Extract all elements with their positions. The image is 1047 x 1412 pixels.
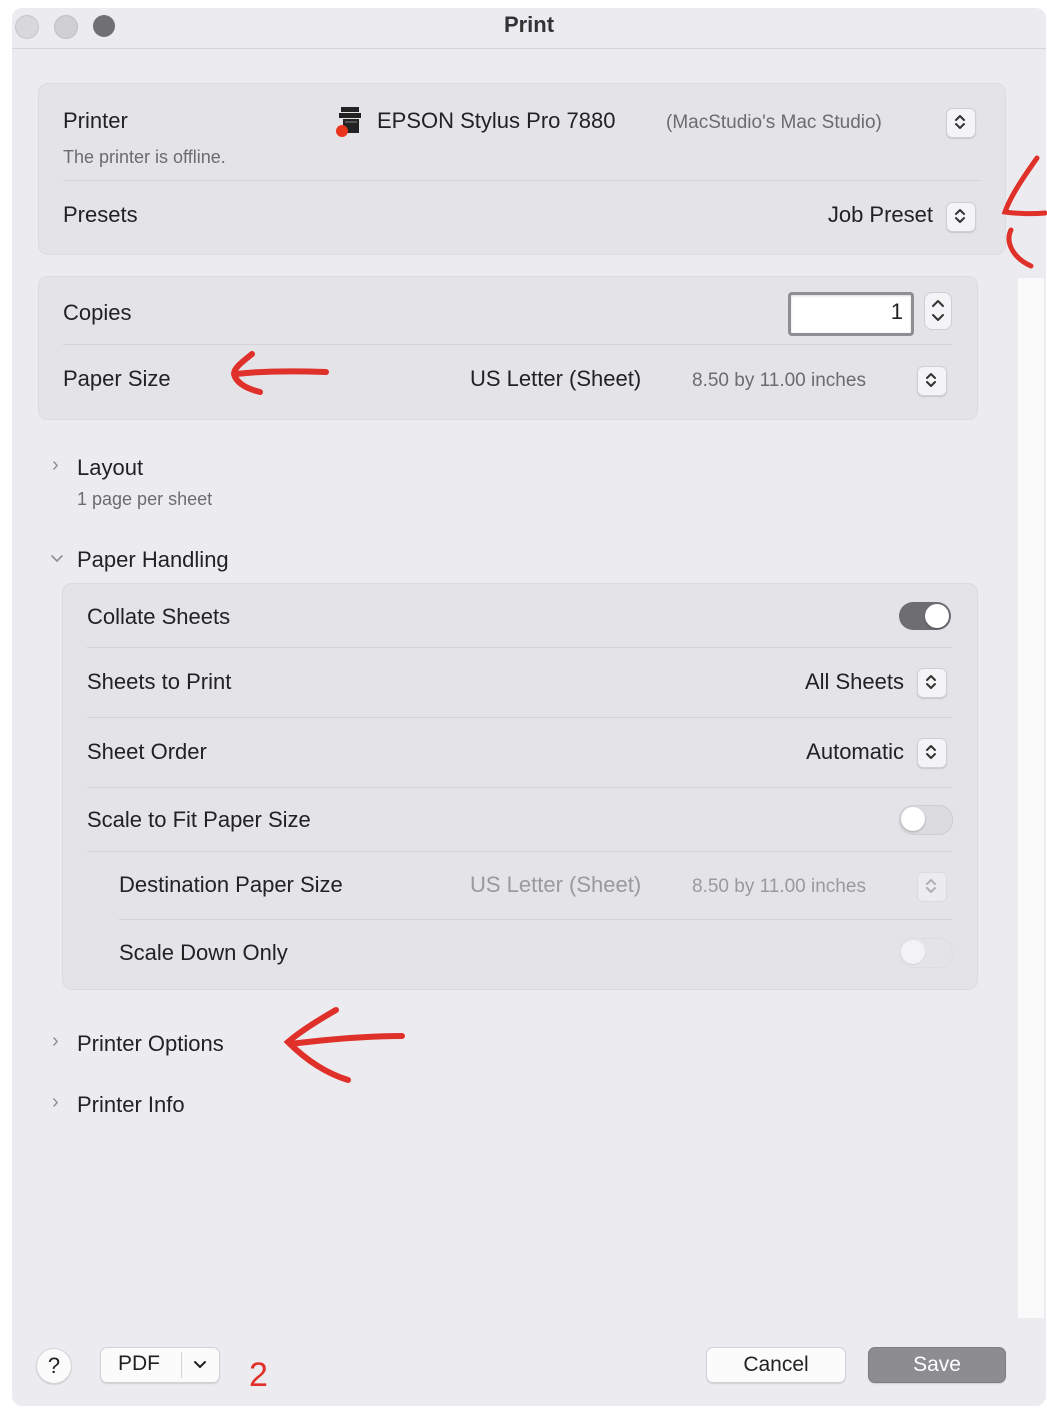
printer-options-title[interactable]: Printer Options [77, 1031, 224, 1057]
presets-value[interactable]: Job Preset [828, 202, 933, 228]
paper-size-value: US Letter (Sheet) [470, 366, 642, 391]
chevron-down-icon [194, 1361, 206, 1368]
printer-info-disclosure-icon[interactable]: › [52, 1091, 59, 1114]
pdf-button-separator [181, 1352, 182, 1378]
destination-updown-icon[interactable] [917, 872, 947, 902]
paper-handling-title[interactable]: Paper Handling [77, 547, 229, 573]
window-title: Print [503, 12, 555, 37]
annotation-arrow-presets [1001, 155, 1047, 269]
paper-handling-divider [87, 787, 952, 788]
paper-size-dims: 8.50 by 11.00 inches [692, 370, 866, 391]
paper-handling-disclosure-icon[interactable] [49, 552, 65, 570]
copies-label: Copies [63, 300, 132, 325]
printer-name: EPSON Stylus Pro 7880 [377, 108, 616, 133]
destination-paper-size-value: US Letter (Sheet) [470, 872, 642, 897]
copies-stepper[interactable] [924, 292, 952, 330]
printer-updown-icon[interactable] [946, 108, 976, 138]
print-dialog: Print Printer The printer is offline. EP… [12, 8, 1046, 1406]
destination-paper-size-label: Destination Paper Size [119, 872, 343, 897]
title-bar: Print [12, 8, 1046, 49]
printer-host: (MacStudio's Mac Studio) [666, 112, 882, 133]
printer-icon [334, 106, 364, 143]
scale-down-only-label: Scale Down Only [119, 940, 288, 965]
printer-card-divider [63, 180, 981, 181]
scale-to-fit-label: Scale to Fit Paper Size [87, 807, 311, 832]
sheets-to-print-updown-icon[interactable] [917, 668, 947, 698]
sheet-order-value[interactable]: Automatic [806, 739, 904, 765]
annotation-arrow-printer-options [283, 1007, 405, 1083]
printer-popup[interactable]: EPSON Stylus Pro 7880 (MacStudio's Mac S… [332, 104, 982, 140]
scrollbar-track[interactable] [1018, 278, 1044, 1318]
toggle-knob [901, 940, 925, 964]
paper-handling-divider [87, 851, 952, 852]
paper-size-updown-icon[interactable] [917, 366, 947, 396]
help-button[interactable]: ? [36, 1348, 72, 1384]
save-button[interactable]: Save [868, 1347, 1006, 1383]
copies-card-divider [63, 344, 952, 345]
collate-sheets-toggle[interactable] [899, 602, 951, 630]
copies-input[interactable]: 1 [788, 292, 914, 336]
presets-updown-icon[interactable] [946, 202, 976, 232]
scale-to-fit-toggle[interactable] [899, 805, 953, 835]
paper-size-popup[interactable]: US Letter (Sheet) 8.50 by 11.00 inches [452, 364, 922, 396]
pdf-button-label: PDF [118, 1352, 160, 1375]
printer-info-title[interactable]: Printer Info [77, 1092, 185, 1118]
sheet-order-label: Sheet Order [87, 739, 207, 764]
layout-section-title[interactable]: Layout [77, 455, 143, 481]
paper-handling-divider [119, 919, 952, 920]
printer-label: Printer [63, 108, 128, 133]
paper-handling-divider [87, 717, 952, 718]
annotation-number: 2 [249, 1356, 268, 1394]
printer-status: The printer is offline. [63, 147, 226, 167]
copies-value: 1 [890, 299, 903, 324]
layout-summary: 1 page per sheet [77, 489, 213, 509]
toggle-knob [925, 604, 949, 628]
destination-paper-size-dims: 8.50 by 11.00 inches [692, 876, 866, 897]
presets-label: Presets [63, 202, 138, 227]
layout-disclosure-icon[interactable]: › [52, 454, 59, 477]
paper-handling-divider [87, 647, 952, 648]
cancel-button[interactable]: Cancel [706, 1347, 846, 1383]
sheets-to-print-value[interactable]: All Sheets [805, 669, 904, 695]
scale-down-only-toggle[interactable] [899, 938, 953, 968]
paper-size-label: Paper Size [63, 366, 171, 391]
collate-sheets-label: Collate Sheets [87, 604, 231, 629]
annotation-arrow-paper-size [230, 351, 329, 395]
pdf-menu-button[interactable]: PDF [100, 1347, 220, 1383]
printer-options-disclosure-icon[interactable]: › [52, 1030, 59, 1053]
destination-paper-size-popup[interactable]: US Letter (Sheet) 8.50 by 11.00 inches [452, 870, 922, 902]
sheet-order-updown-icon[interactable] [917, 738, 947, 768]
toggle-knob [901, 807, 925, 831]
sheets-to-print-label: Sheets to Print [87, 669, 232, 694]
